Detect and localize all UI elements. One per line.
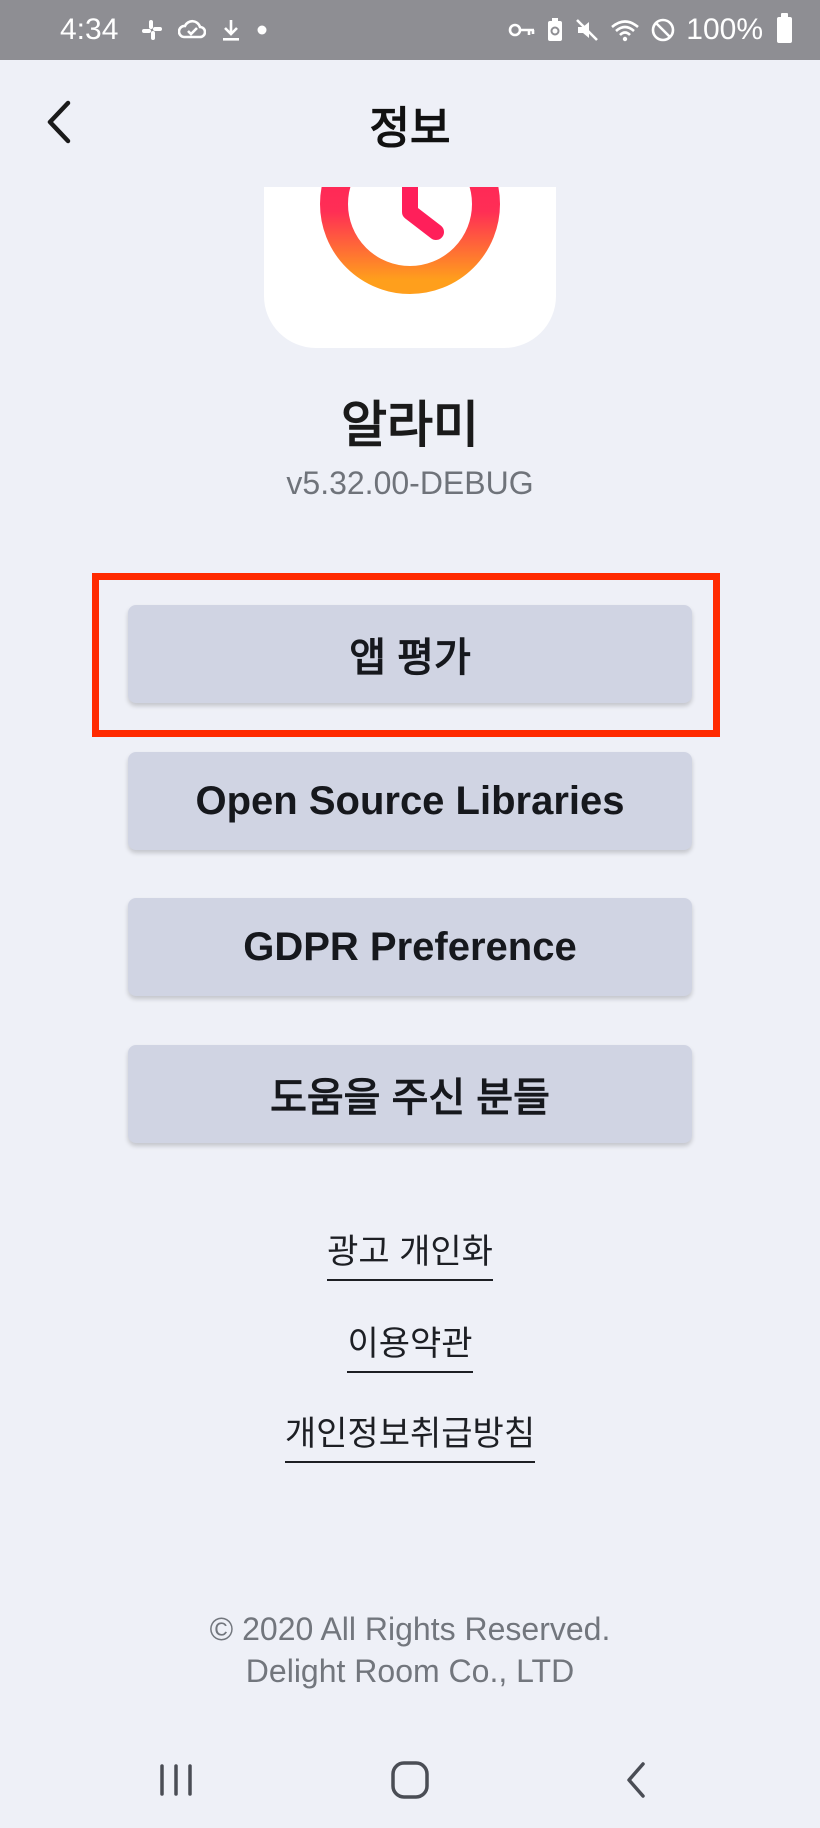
home-icon: [391, 1761, 429, 1799]
app-version: v5.32.00-DEBUG: [286, 465, 534, 501]
contributors-button[interactable]: 도움을 주신 분들: [128, 1045, 692, 1143]
terms-link-row: 이용약관: [0, 1316, 820, 1373]
ad-personalization-link-row: 광고 개인화: [0, 1224, 820, 1281]
privacy-policy-link[interactable]: 개인정보취급방침: [284, 1406, 536, 1463]
system-nav-bar: [0, 1728, 820, 1828]
chevron-left-icon: [47, 100, 71, 144]
rate-app-button[interactable]: 앱 평가: [128, 605, 692, 703]
dot-icon: [256, 24, 268, 36]
app-bar: 정보: [0, 60, 820, 187]
terms-link[interactable]: 이용약관: [347, 1316, 473, 1373]
about-screen: 4:34 100% 정보 알라미 v5.32.00-DEBUG 앱 평가 Ope…: [0, 0, 820, 1828]
copyright-line-1: © 2020 All Rights Reserved.: [209, 1611, 611, 1647]
cloud-check-icon: [178, 19, 207, 41]
battery-icon: [777, 13, 792, 43]
back-button[interactable]: [28, 92, 88, 152]
back-icon: [627, 1762, 645, 1798]
status-bar: 4:34 100%: [0, 0, 820, 60]
key-icon: [508, 21, 536, 39]
nav-back-button[interactable]: [606, 1754, 666, 1806]
recents-button[interactable]: [138, 1758, 214, 1802]
open-source-libraries-button[interactable]: Open Source Libraries: [128, 752, 692, 850]
app-name: 알라미: [341, 397, 479, 453]
do-not-disturb-icon: [650, 17, 676, 43]
copyright-line-2: Delight Room Co., LTD: [245, 1653, 575, 1689]
slack-icon: [140, 18, 164, 42]
battery-percent: 100%: [686, 13, 763, 46]
battery-saver-icon: [546, 17, 564, 43]
copyright: © 2020 All Rights Reserved. Delight Room…: [0, 1608, 820, 1692]
privacy-policy-link-row: 개인정보취급방침: [0, 1406, 820, 1463]
home-button[interactable]: [370, 1754, 450, 1806]
gdpr-preference-button[interactable]: GDPR Preference: [128, 898, 692, 996]
page-title: 정보: [369, 103, 451, 153]
wifi-icon: [610, 18, 640, 42]
mute-icon: [574, 17, 600, 43]
download-icon: [220, 18, 242, 42]
recents-icon: [160, 1764, 192, 1796]
ad-personalization-link[interactable]: 광고 개인화: [327, 1224, 493, 1281]
status-time: 4:34: [60, 13, 119, 46]
